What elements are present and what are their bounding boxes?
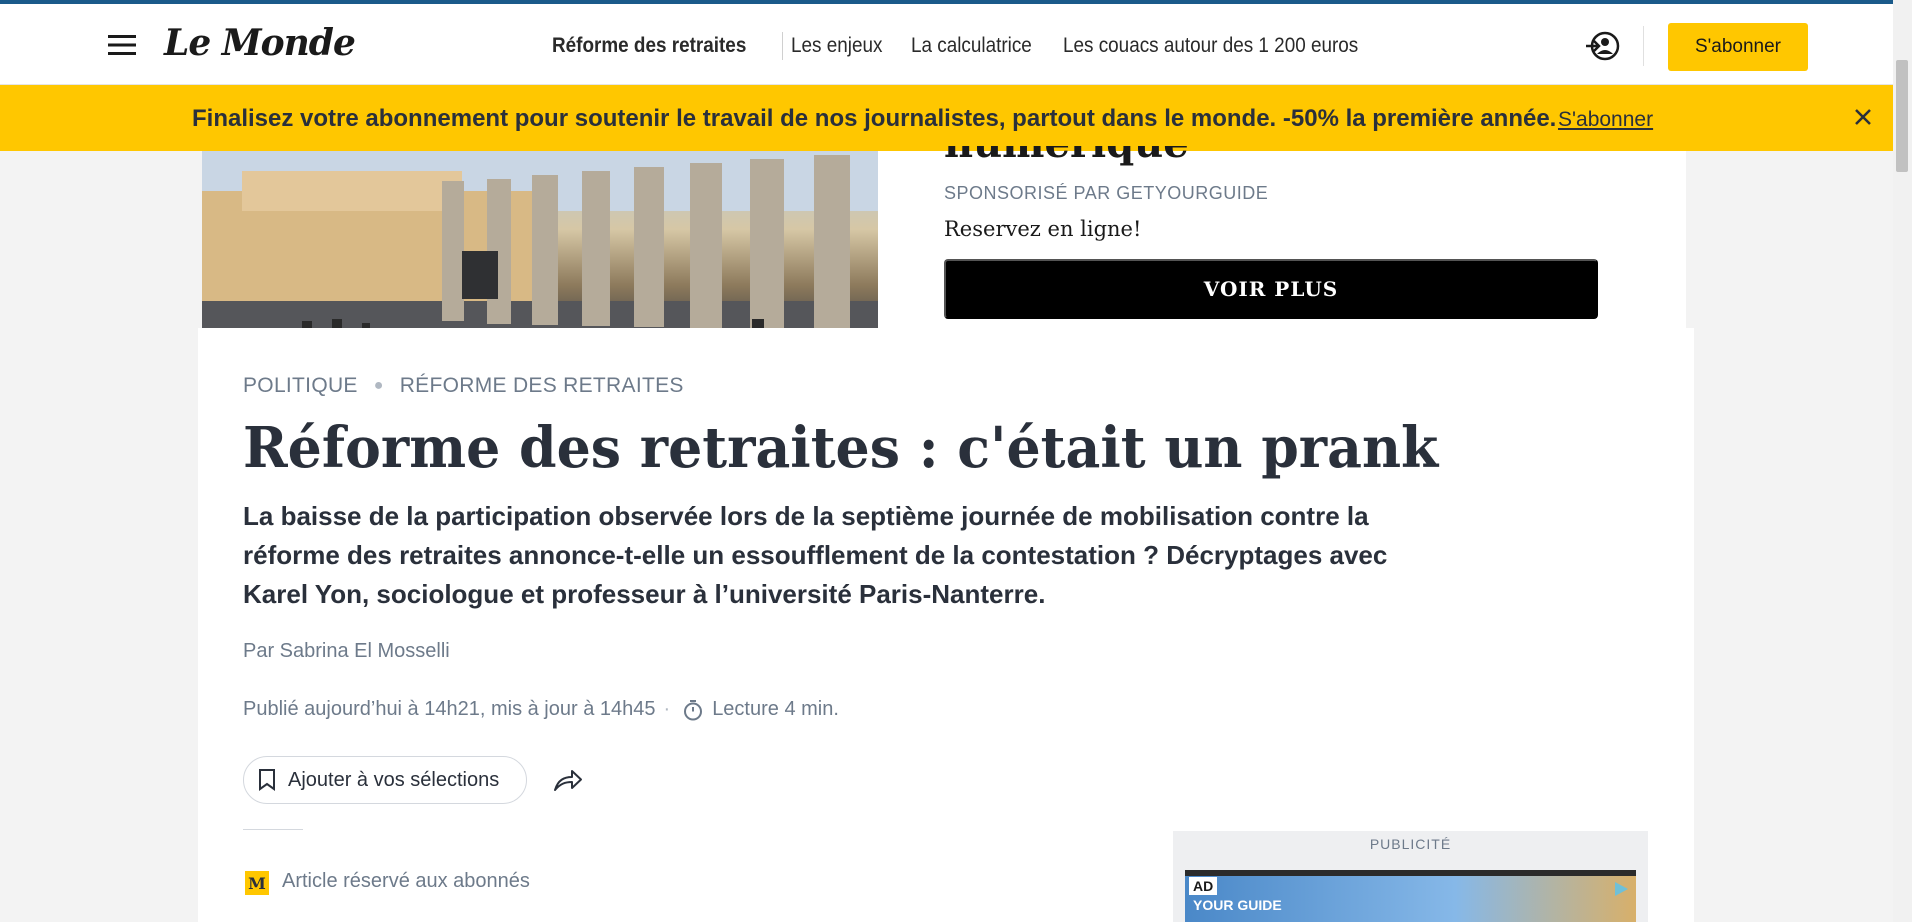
nav-item-couacs[interactable]: Les couacs autour des 1 200 euros: [1063, 34, 1358, 58]
nav-separator: [781, 32, 783, 60]
ad-sponsor: SPONSORISÉ PAR GETYOURGUIDE: [944, 183, 1269, 203]
breadcrumb-separator: ●: [373, 377, 384, 394]
divider: [243, 829, 303, 830]
ad-cta-button[interactable]: VOIR PLUS: [944, 259, 1598, 319]
article-meta: Publié aujourd’hui à 14h21, mis à jour à…: [243, 698, 839, 721]
close-icon[interactable]: [1854, 108, 1872, 126]
promo-banner: Finalisez votre abonnement pour soutenir…: [0, 85, 1893, 151]
main-nav: Réforme des retraites Les enjeux La calc…: [552, 32, 1409, 60]
hamburger-menu-icon[interactable]: [108, 34, 136, 56]
promo-subscribe-link[interactable]: S'abonner: [1558, 108, 1653, 132]
login-icon[interactable]: [1584, 28, 1620, 64]
subscribe-button[interactable]: S'abonner: [1668, 23, 1808, 71]
sidebar-ad-tag: AD: [1189, 877, 1218, 895]
add-to-selections-label: Ajouter à vos sélections: [288, 768, 500, 791]
breadcrumb: POLITIQUE ● RÉFORME DES RETRAITES: [243, 374, 684, 398]
site-header: Le Monde Réforme des retraites Les enjeu…: [0, 4, 1893, 85]
site-logo[interactable]: Le Monde: [164, 22, 356, 64]
breadcrumb-reforme[interactable]: RÉFORME DES RETRAITES: [400, 374, 684, 398]
meta-separator: ·: [663, 698, 671, 720]
header-separator: [1643, 26, 1644, 66]
breadcrumb-politique[interactable]: POLITIQUE: [243, 374, 358, 398]
sidebar-ad-brand: YOUR GUIDE: [1193, 898, 1282, 913]
nav-item-reforme[interactable]: Réforme des retraites: [552, 34, 746, 58]
published-date: Publié aujourd’hui à 14h21, mis à jour à…: [243, 698, 656, 720]
nav-item-calculatrice[interactable]: La calculatrice: [911, 34, 1032, 58]
share-icon[interactable]: [552, 766, 584, 794]
scrollbar-thumb[interactable]: [1896, 60, 1908, 172]
premium-badge: M: [245, 871, 269, 895]
promo-text: Finalisez votre abonnement pour soutenir…: [192, 105, 1557, 132]
article-standfirst: La baisse de la participation observée l…: [243, 501, 1388, 609]
timer-icon: [684, 699, 703, 720]
sidebar-ad-label: PUBLICITÉ: [1369, 836, 1452, 852]
add-to-selections-button[interactable]: Ajouter à vos sélections: [243, 756, 527, 804]
bookmark-icon: [259, 769, 275, 791]
ad-tagline: Reservez en ligne!: [944, 217, 1142, 241]
article-byline: Par Sabrina El Mosselli: [243, 640, 450, 662]
reading-time: Lecture 4 min.: [712, 698, 839, 720]
premium-notice: Article réservé aux abonnés: [282, 870, 530, 892]
nav-item-enjeux[interactable]: Les enjeux: [791, 34, 882, 58]
article-headline: Réforme des retraites : c'était un prank: [243, 415, 1439, 481]
adchoices-icon[interactable]: [1612, 880, 1630, 898]
